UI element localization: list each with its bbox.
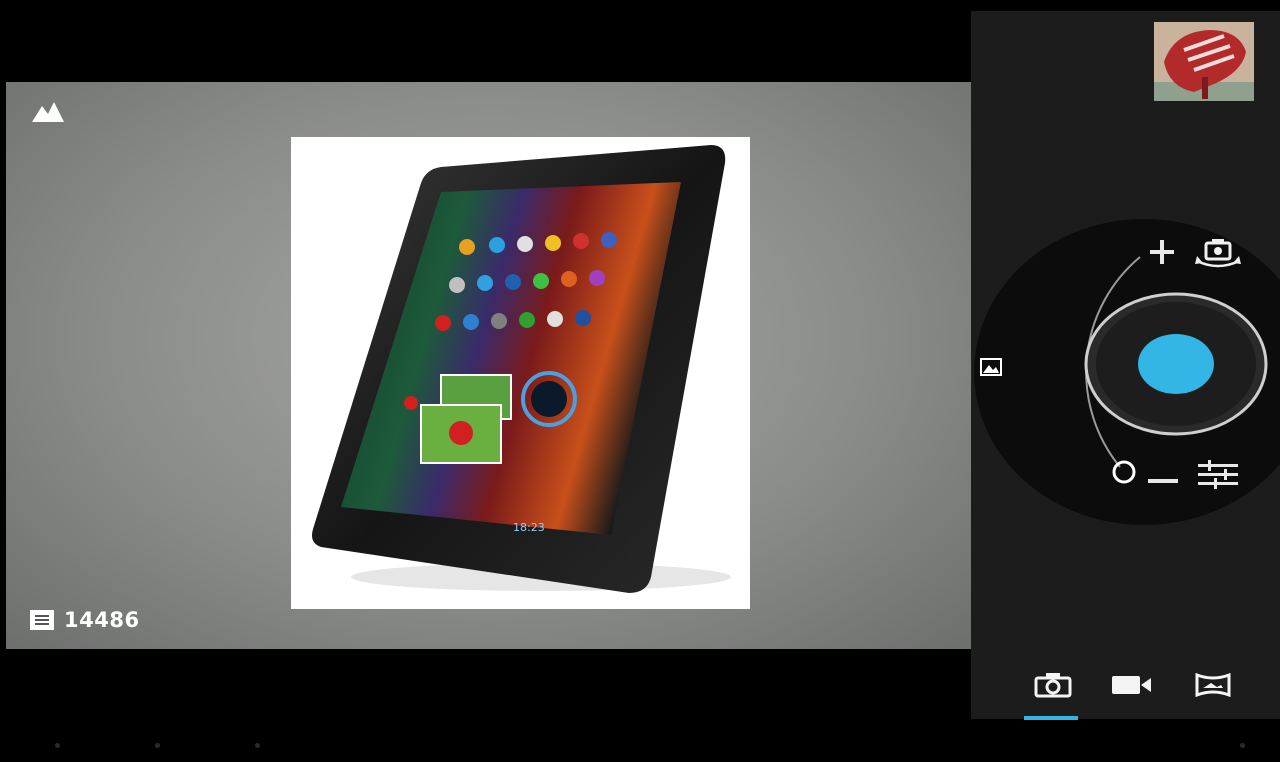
gallery-icon[interactable] [980, 358, 1002, 376]
viewfinder-subject-image: 18:23 [291, 137, 750, 609]
nav-dot [1240, 743, 1245, 748]
last-photo-thumbnail[interactable] [1154, 22, 1254, 101]
switch-camera-icon[interactable] [1193, 237, 1243, 271]
nav-dot [155, 743, 160, 748]
nav-dot [55, 743, 60, 748]
panorama-icon[interactable] [1195, 673, 1231, 697]
zoom-slider-handle[interactable] [1110, 458, 1138, 486]
minus-icon[interactable] [1146, 474, 1180, 488]
video-camera-icon[interactable] [1111, 674, 1153, 696]
selected-mode-indicator [1024, 716, 1078, 720]
storage-card-icon [30, 610, 54, 630]
scene-mode-landscape-icon[interactable] [32, 100, 64, 126]
remaining-shots-indicator: 14486 [30, 608, 140, 632]
sliders-icon[interactable] [1198, 458, 1238, 490]
svg-text:18:23: 18:23 [513, 521, 545, 534]
shutter-button[interactable] [1083, 290, 1269, 438]
nav-dot [255, 743, 260, 748]
plus-icon[interactable] [1146, 238, 1178, 266]
remaining-shots-count: 14486 [64, 608, 140, 632]
camera-icon[interactable] [1034, 672, 1072, 698]
